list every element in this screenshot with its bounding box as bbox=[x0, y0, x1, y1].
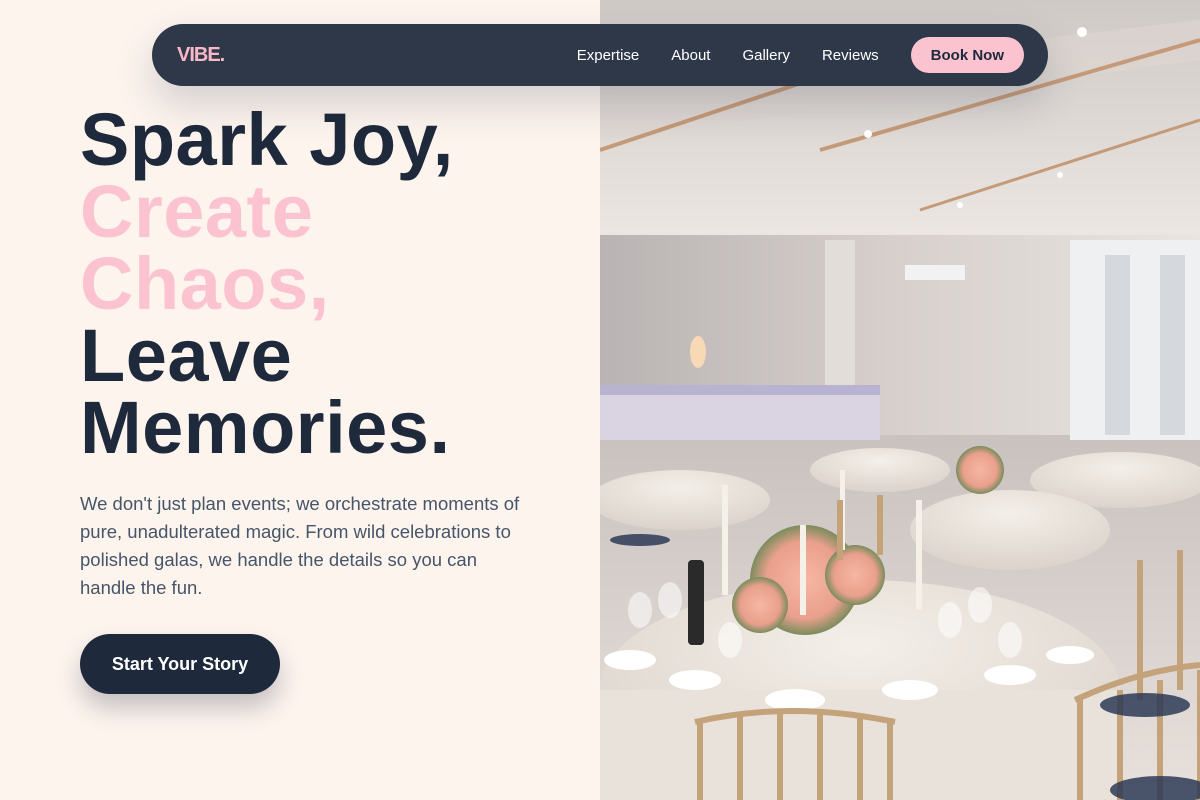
nav-link-about[interactable]: About bbox=[671, 47, 710, 64]
headline-line-3: Chaos, bbox=[80, 242, 330, 325]
hero-headline: Spark Joy, Create Chaos, Leave Memories. bbox=[80, 98, 454, 469]
nav-link-gallery[interactable]: Gallery bbox=[742, 47, 790, 64]
nav-links: Expertise About Gallery Reviews Book Now bbox=[577, 37, 1024, 73]
book-now-button[interactable]: Book Now bbox=[910, 37, 1024, 73]
top-navbar: VIBE. Expertise About Gallery Reviews Bo… bbox=[152, 24, 1048, 86]
nav-link-reviews[interactable]: Reviews bbox=[822, 47, 879, 64]
headline-line-1: Spark Joy, bbox=[80, 98, 454, 181]
nav-link-expertise[interactable]: Expertise bbox=[577, 47, 640, 64]
start-your-story-button[interactable]: Start Your Story bbox=[80, 634, 280, 694]
headline-line-5: Memories. bbox=[80, 386, 451, 469]
headline-line-4: Leave bbox=[80, 314, 293, 397]
brand-logo[interactable]: VIBE. bbox=[177, 44, 225, 67]
hero-intro-text: We don't just plan events; we orchestrat… bbox=[80, 493, 520, 598]
headline-line-2: Create bbox=[80, 170, 314, 253]
hero-image bbox=[600, 0, 1200, 800]
